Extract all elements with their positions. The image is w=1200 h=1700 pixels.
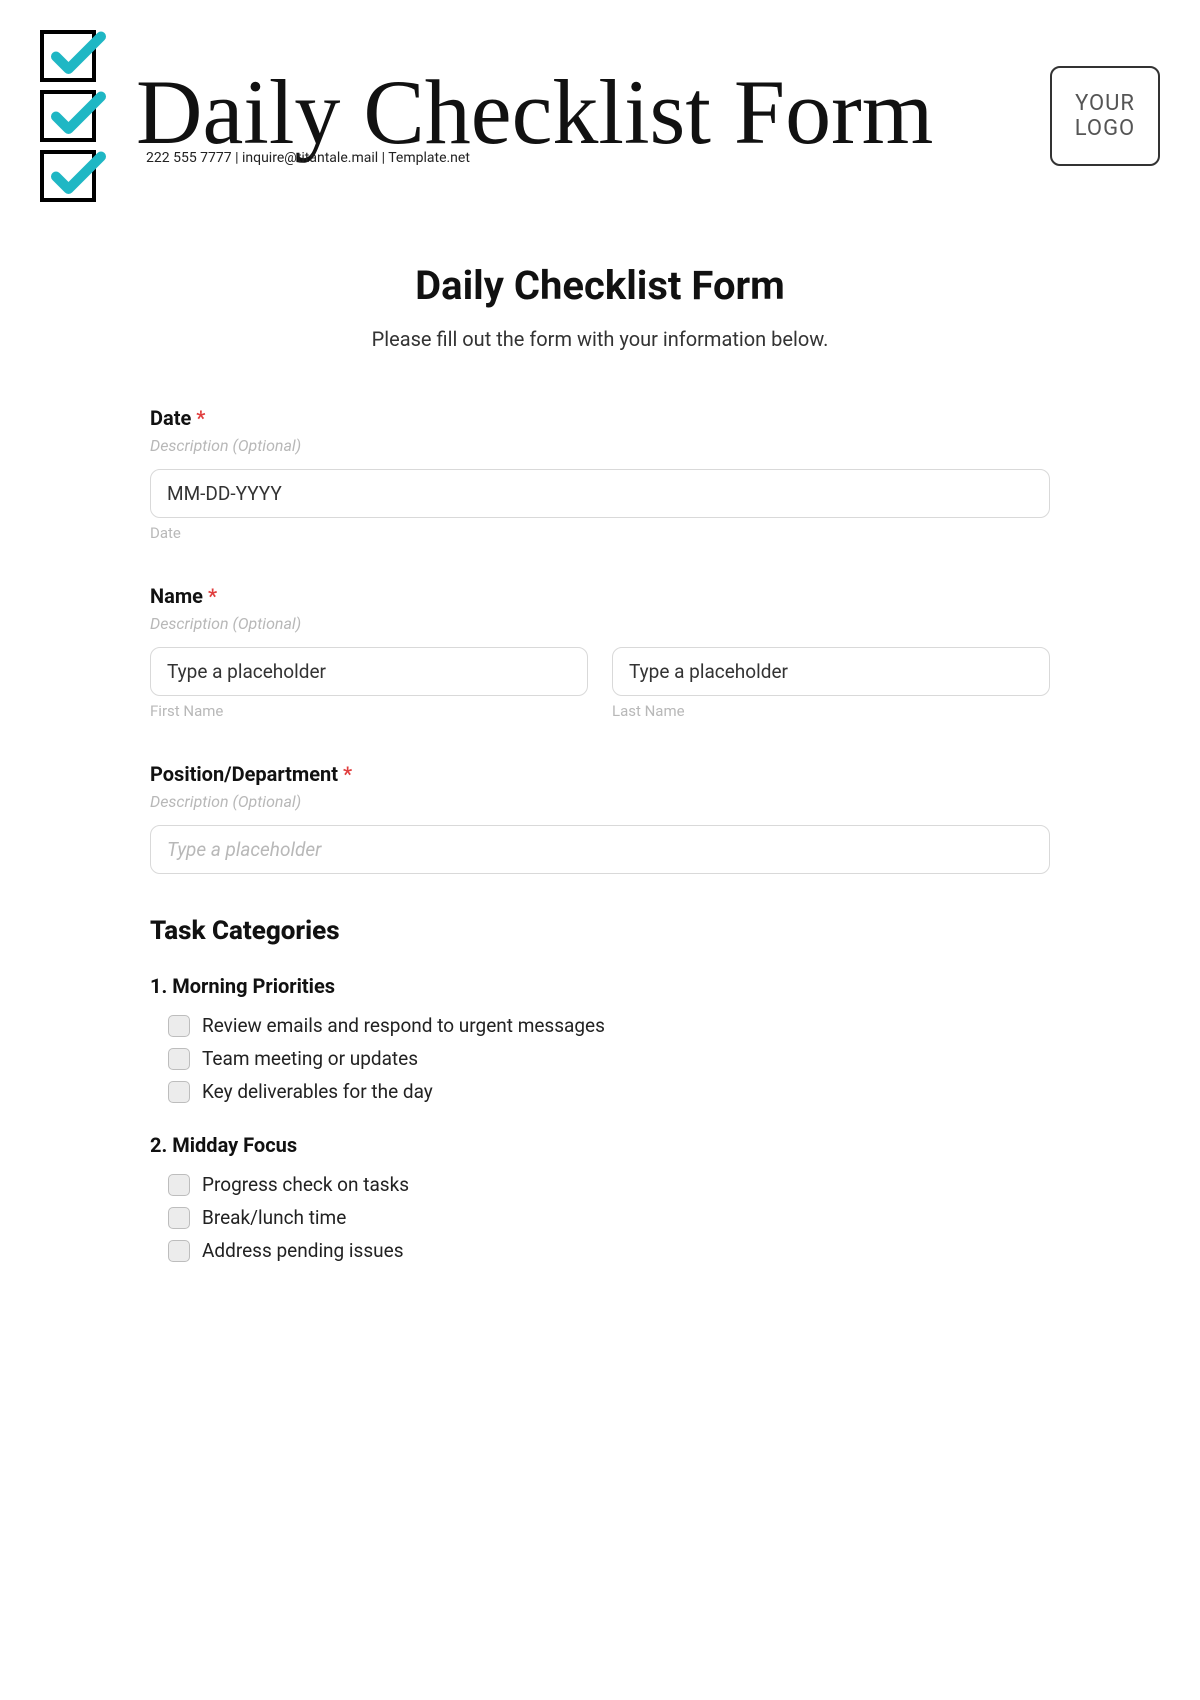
checkbox-input[interactable] [168,1174,190,1196]
required-marker: * [343,762,352,786]
task-group-title: 2. Midday Focus [150,1133,1050,1157]
checkbox-input[interactable] [168,1015,190,1037]
task-item-label: Break/lunch time [202,1206,346,1229]
date-input[interactable] [150,469,1050,518]
check-icon [40,30,96,82]
task-item: Address pending issues [168,1239,1050,1262]
task-item-label: Key deliverables for the day [202,1080,433,1103]
checkbox-input[interactable] [168,1240,190,1262]
check-icon [40,90,96,142]
checkbox-input[interactable] [168,1081,190,1103]
header: Daily Checklist Form 222 555 7777 | inqu… [40,30,1160,202]
date-label: Date * [150,406,1050,430]
task-group-title: 1. Morning Priorities [150,974,1050,998]
task-item: Key deliverables for the day [168,1080,1050,1103]
required-marker: * [196,406,205,430]
position-label: Position/Department * [150,762,1050,786]
check-icon [40,150,96,202]
name-field-block: Name * Description (Optional) First Name… [150,584,1050,720]
logo-placeholder: YOUR LOGO [1050,66,1160,166]
first-name-input[interactable] [150,647,588,696]
name-label: Name * [150,584,1050,608]
header-script-title: Daily Checklist Form [136,66,1030,158]
task-item-label: Team meeting or updates [202,1047,418,1070]
checkbox-input[interactable] [168,1048,190,1070]
position-input[interactable] [150,825,1050,874]
first-name-sublabel: First Name [150,702,588,720]
position-field-block: Position/Department * Description (Optio… [150,762,1050,874]
task-item: Progress check on tasks [168,1173,1050,1196]
last-name-sublabel: Last Name [612,702,1050,720]
form-subtitle: Please fill out the form with your infor… [150,327,1050,351]
task-item-label: Review emails and respond to urgent mess… [202,1014,605,1037]
task-item-label: Progress check on tasks [202,1173,409,1196]
task-item: Team meeting or updates [168,1047,1050,1070]
form-title: Daily Checklist Form [150,262,1050,309]
form-container: Daily Checklist Form Please fill out the… [130,262,1070,1262]
task-item: Review emails and respond to urgent mess… [168,1014,1050,1037]
position-description: Description (Optional) [150,792,1050,811]
header-title-block: Daily Checklist Form 222 555 7777 | inqu… [116,66,1030,166]
checklist-logo-icon [40,30,96,202]
date-description: Description (Optional) [150,436,1050,455]
required-marker: * [208,584,217,608]
task-group: 1. Morning Priorities Review emails and … [150,974,1050,1103]
task-group: 2. Midday Focus Progress check on tasks … [150,1133,1050,1262]
checkbox-input[interactable] [168,1207,190,1229]
last-name-input[interactable] [612,647,1050,696]
date-sublabel: Date [150,524,1050,542]
name-description: Description (Optional) [150,614,1050,633]
task-item-label: Address pending issues [202,1239,404,1262]
task-categories-heading: Task Categories [150,916,1050,946]
task-item: Break/lunch time [168,1206,1050,1229]
logo-text-1: YOUR [1075,91,1135,116]
date-field-block: Date * Description (Optional) Date [150,406,1050,542]
logo-text-2: LOGO [1075,116,1135,141]
